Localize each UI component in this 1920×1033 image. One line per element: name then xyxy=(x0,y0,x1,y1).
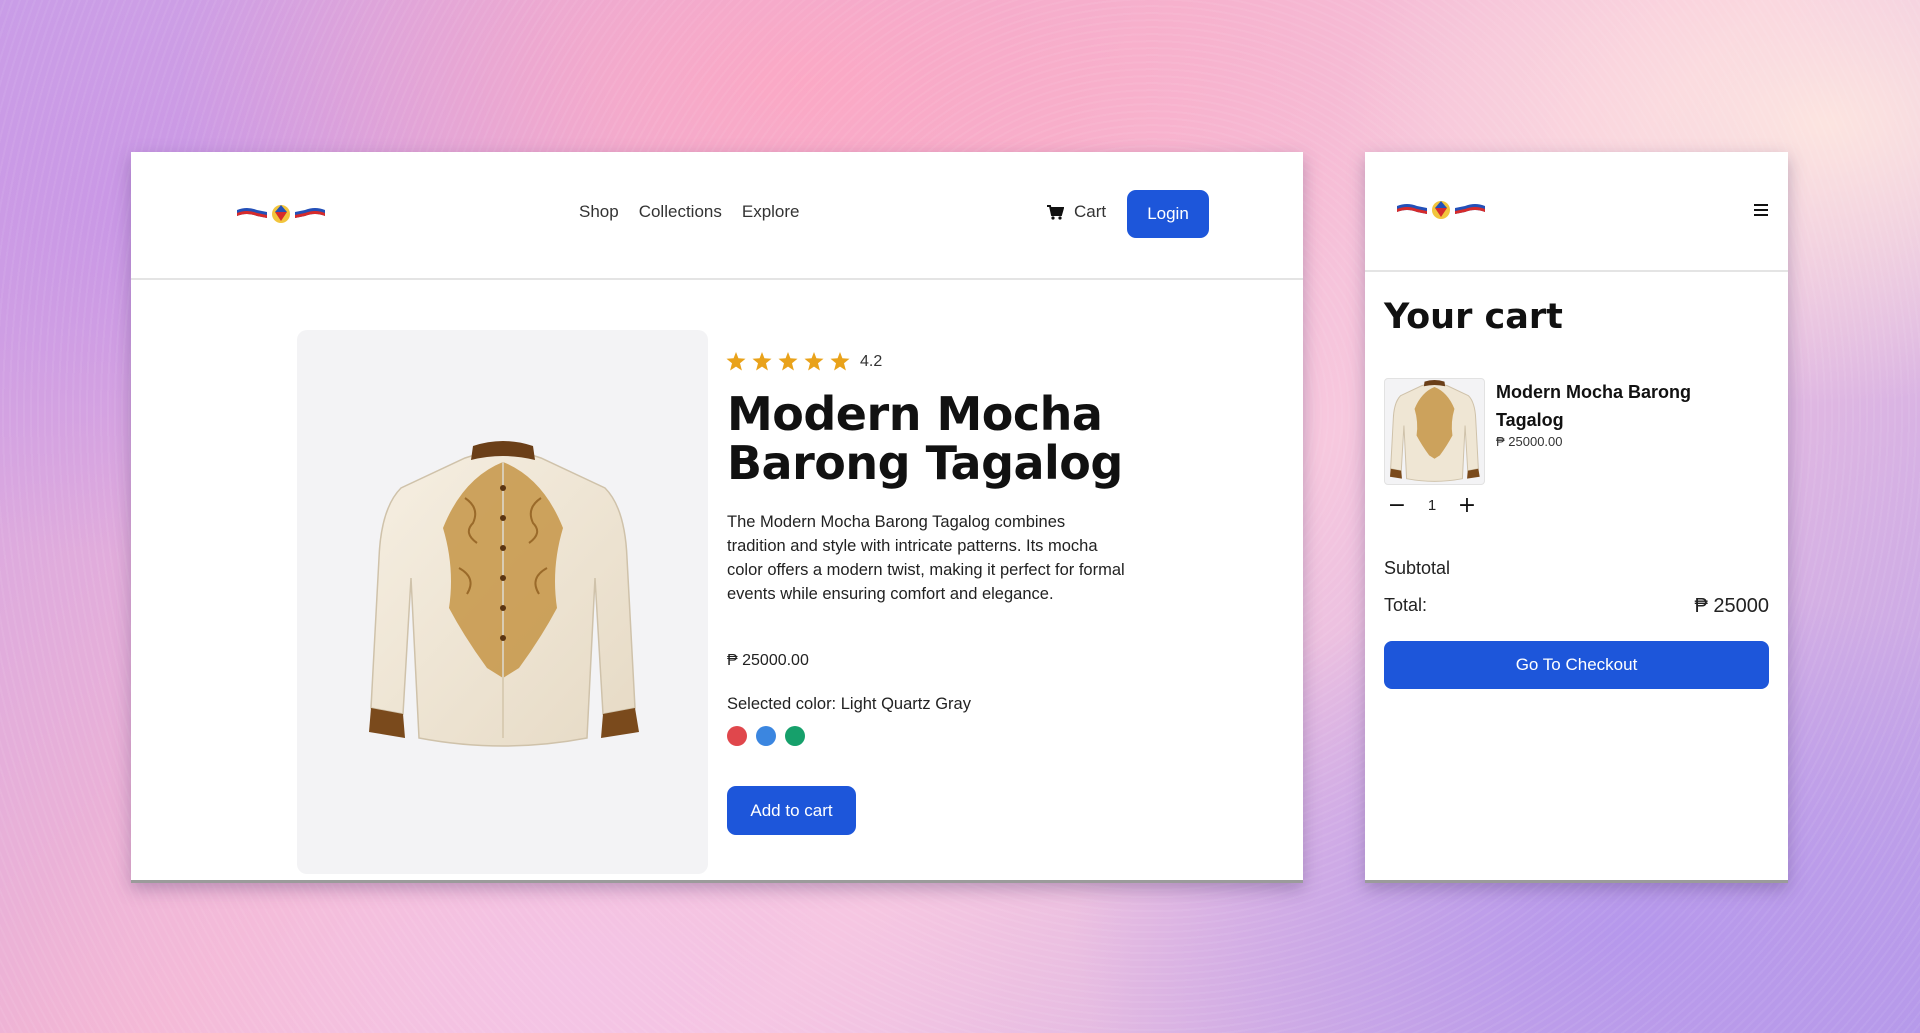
cart-item-thumbnail xyxy=(1384,378,1485,485)
selected-color-text: Selected color: Light Quartz Gray xyxy=(727,695,971,713)
increase-quantity-button[interactable]: + xyxy=(1454,492,1480,518)
desktop-product-page: Shop Collections Explore Cart Login 4.2 … xyxy=(131,152,1303,883)
color-swatches xyxy=(727,726,805,746)
rating-stars: 4.2 xyxy=(726,352,882,371)
rating-value: 4.2 xyxy=(860,352,883,370)
color-swatch-red[interactable] xyxy=(727,726,747,746)
cart-icon xyxy=(1047,204,1064,220)
cart-label: Cart xyxy=(1074,202,1107,221)
star-icon xyxy=(752,352,772,371)
top-navbar: Shop Collections Explore Cart Login xyxy=(131,152,1303,280)
subtotal-label: Subtotal xyxy=(1384,558,1451,578)
brand-logo[interactable] xyxy=(237,202,325,224)
decrease-quantity-button[interactable]: − xyxy=(1384,492,1410,518)
total-value: ₱ 25000 xyxy=(1694,595,1769,617)
brand-logo[interactable] xyxy=(1397,198,1485,220)
star-icon xyxy=(778,352,798,371)
login-button[interactable]: Login xyxy=(1127,190,1209,238)
product-description: The Modern Mocha Barong Tagalog combines… xyxy=(727,513,1125,603)
total-row: Total: ₱ 25000 xyxy=(1384,595,1769,618)
product-image xyxy=(369,441,639,747)
cart-item-name: Modern Mocha Barong Tagalog xyxy=(1496,382,1692,430)
nav-explore[interactable]: Explore xyxy=(742,202,800,222)
star-icon xyxy=(830,352,850,371)
hamburger-menu-icon[interactable] xyxy=(1754,204,1768,219)
mobile-cart-page: Your cart Modern Mocha Barong Tagalog ₱ … xyxy=(1365,152,1788,883)
product-title: Modern Mocha Barong Tagalog xyxy=(727,387,1123,490)
nav-shop[interactable]: Shop xyxy=(579,202,619,222)
nav-collections[interactable]: Collections xyxy=(639,202,722,222)
main-nav: Shop Collections Explore xyxy=(579,202,800,222)
star-icon xyxy=(726,352,746,371)
color-swatch-blue[interactable] xyxy=(756,726,776,746)
product-image-card xyxy=(297,330,708,874)
mobile-navbar xyxy=(1365,152,1788,272)
quantity-stepper: − 1 + xyxy=(1384,492,1480,518)
cart-item-price: ₱ 25000.00 xyxy=(1496,434,1563,449)
checkout-button[interactable]: Go To Checkout xyxy=(1384,641,1769,689)
color-swatch-green[interactable] xyxy=(785,726,805,746)
total-label: Total: xyxy=(1384,595,1428,615)
add-to-cart-button[interactable]: Add to cart xyxy=(727,786,856,835)
product-price: ₱ 25000.00 xyxy=(727,652,809,669)
cart-title: Your cart xyxy=(1384,297,1563,337)
cart-link[interactable]: Cart xyxy=(1047,202,1106,222)
star-icon xyxy=(804,352,824,371)
quantity-value: 1 xyxy=(1427,496,1437,514)
